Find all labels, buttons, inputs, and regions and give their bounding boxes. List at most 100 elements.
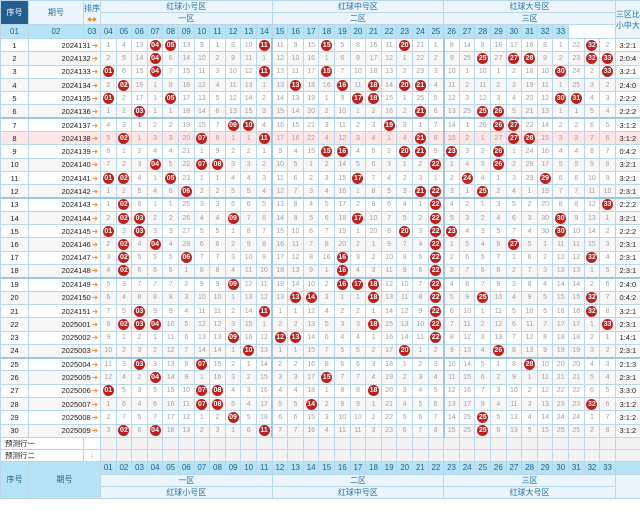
row-period[interactable]: 2024134➜	[28, 77, 101, 93]
row-period[interactable]: 2025002➜	[28, 330, 101, 345]
row-period[interactable]: 2024139➜	[28, 144, 101, 159]
prediction-cell[interactable]	[177, 448, 195, 462]
prediction-cell[interactable]	[411, 436, 429, 450]
prediction-cell[interactable]	[115, 436, 133, 450]
prediction-cell[interactable]	[209, 448, 226, 462]
prediction-cell[interactable]	[302, 448, 320, 462]
prediction-cell[interactable]	[271, 448, 289, 462]
prediction-cell[interactable]	[302, 436, 320, 450]
prediction-cell[interactable]	[240, 448, 257, 462]
prediction-cell[interactable]	[614, 448, 640, 462]
prediction-cell[interactable]	[427, 436, 445, 450]
row-period[interactable]: 2025009➜	[28, 423, 101, 438]
prediction-cell[interactable]	[568, 436, 585, 450]
prediction-cell[interactable]	[131, 448, 148, 462]
row-period[interactable]: 2025005➜	[28, 370, 101, 385]
row-period[interactable]: 2025008➜	[28, 410, 101, 425]
prediction-cell[interactable]	[568, 448, 585, 462]
prediction-cell[interactable]	[224, 436, 242, 450]
prediction-cell[interactable]	[224, 448, 242, 462]
prediction-cell[interactable]	[505, 448, 523, 462]
row-period[interactable]: 2024137➜	[28, 117, 101, 133]
prediction-cell[interactable]	[255, 448, 273, 462]
prediction-cell[interactable]	[396, 448, 413, 462]
prediction-cell[interactable]	[599, 436, 616, 450]
row-period[interactable]: 2024146➜	[28, 237, 101, 252]
prediction-cell[interactable]	[411, 448, 429, 462]
row-period[interactable]: 2025004➜	[28, 356, 101, 372]
prediction-cell[interactable]	[334, 436, 351, 450]
prediction-cell[interactable]	[365, 448, 382, 462]
prediction-cell[interactable]	[443, 436, 460, 450]
prediction-cell[interactable]	[193, 436, 211, 450]
prediction-cell[interactable]	[162, 448, 179, 462]
prediction-cell[interactable]	[334, 448, 351, 462]
row-period[interactable]: 2025003➜	[28, 343, 101, 359]
prediction-cell[interactable]	[599, 448, 616, 462]
prediction-row[interactable]: 预测行一	[0, 436, 640, 450]
prediction-cell[interactable]	[552, 436, 569, 450]
row-period[interactable]: 2024133➜	[28, 64, 101, 79]
row-period[interactable]: 2024143➜	[28, 197, 101, 212]
prediction-row[interactable]: 预测行二 ↓	[0, 448, 640, 462]
prediction-cell[interactable]	[349, 436, 367, 450]
prediction-cell[interactable]	[427, 448, 445, 462]
row-period[interactable]: 2025006➜	[28, 383, 101, 399]
prediction-cell[interactable]	[380, 436, 398, 450]
row-period[interactable]: 2025001➜	[28, 317, 101, 332]
row-period[interactable]: 2024141➜	[28, 170, 101, 186]
prediction-cell[interactable]	[146, 436, 164, 450]
prediction-cell[interactable]	[100, 436, 117, 450]
row-period[interactable]: 2025007➜	[28, 397, 101, 412]
prediction-cell[interactable]	[474, 448, 492, 462]
prediction-cell[interactable]	[177, 436, 195, 450]
row-period[interactable]: 2024149➜	[28, 276, 101, 292]
row-period[interactable]: 2024135➜	[28, 91, 101, 106]
prediction-cell[interactable]	[255, 436, 273, 450]
prediction-cell[interactable]	[521, 448, 538, 462]
prediction-cell[interactable]	[146, 448, 164, 462]
row-period[interactable]: 2024136➜	[28, 104, 101, 119]
prediction-cell[interactable]	[318, 436, 335, 450]
prediction-cell[interactable]	[240, 436, 257, 450]
sort-header[interactable]: 排序 ◆◆	[83, 0, 101, 25]
row-period[interactable]: 2024150➜	[28, 290, 101, 305]
prediction-cell[interactable]	[193, 448, 211, 462]
prediction-cell[interactable]	[583, 436, 601, 450]
prediction-cell[interactable]	[162, 436, 179, 450]
prediction-cell[interactable]	[318, 448, 335, 462]
prediction-cell[interactable]	[490, 436, 507, 450]
prediction-cell[interactable]	[521, 436, 538, 450]
prediction-cell[interactable]	[536, 448, 554, 462]
row-period[interactable]: 2024147➜	[28, 250, 101, 266]
prediction-cell[interactable]	[614, 436, 640, 450]
prediction-cell[interactable]	[443, 448, 460, 462]
prediction-cell[interactable]	[536, 436, 554, 450]
row-period[interactable]: 2024132➜	[28, 51, 101, 66]
prediction-cell[interactable]	[552, 448, 569, 462]
prediction-cell[interactable]	[287, 448, 304, 462]
prediction-cell[interactable]	[100, 448, 117, 462]
prediction-cell[interactable]	[396, 436, 413, 450]
row-period[interactable]: 2024138➜	[28, 131, 101, 146]
row-period[interactable]: 2024140➜	[28, 157, 101, 172]
prediction-cell[interactable]	[583, 448, 601, 462]
prediction-cell[interactable]	[131, 436, 148, 450]
row-period[interactable]: 2024151➜	[28, 303, 101, 319]
prediction-cell[interactable]	[115, 448, 133, 462]
prediction-cell[interactable]	[349, 448, 367, 462]
prediction-cell[interactable]	[209, 436, 226, 450]
prediction-cell[interactable]	[380, 448, 398, 462]
prediction-cell[interactable]	[365, 436, 382, 450]
prediction-cell[interactable]	[287, 436, 304, 450]
prediction-cell[interactable]	[474, 436, 492, 450]
row-period[interactable]: 2024148➜	[28, 264, 101, 279]
prediction-cell[interactable]	[271, 436, 289, 450]
prediction-cell[interactable]	[505, 436, 523, 450]
prediction-cell[interactable]	[458, 436, 476, 450]
prediction-cell[interactable]	[490, 448, 507, 462]
row-period[interactable]: 2024131➜	[28, 37, 101, 53]
prediction-cell[interactable]	[458, 448, 476, 462]
row-period[interactable]: 2024144➜	[28, 210, 101, 226]
row-period[interactable]: 2024145➜	[28, 224, 101, 239]
